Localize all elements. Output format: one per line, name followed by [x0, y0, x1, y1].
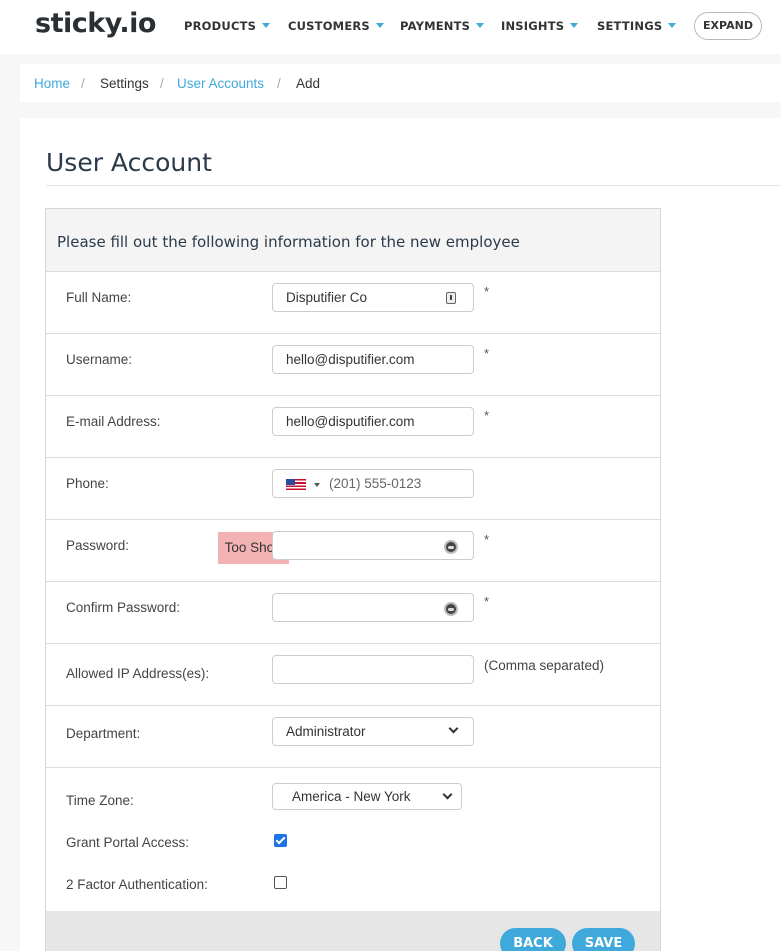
nav-customers-label: CUSTOMERS: [288, 19, 370, 33]
nav-settings[interactable]: SETTINGS: [597, 19, 677, 33]
breadcrumb-home[interactable]: Home: [34, 76, 70, 91]
email-value: hello@disputifier.com: [286, 414, 415, 429]
page-title: User Account: [46, 148, 212, 177]
time-zone-label: Time Zone:: [66, 793, 134, 808]
confirm-password-label: Confirm Password:: [66, 600, 181, 615]
expand-button[interactable]: EXPAND: [694, 12, 762, 40]
row-time-zone: Time Zone: America - New York Grant Port…: [46, 767, 660, 911]
caret-down-icon: [668, 23, 677, 28]
allowed-ips-hint: (Comma separated): [484, 658, 605, 673]
department-value: Administrator: [286, 724, 366, 739]
nav-insights-label: INSIGHTS: [501, 19, 565, 33]
required-mark: *: [484, 594, 490, 609]
breadcrumb-separator: /: [81, 76, 85, 91]
username-input[interactable]: hello@disputifier.com: [272, 345, 474, 374]
caret-down-icon: [570, 23, 579, 28]
time-zone-value: America - New York: [292, 789, 411, 804]
save-button[interactable]: SAVE: [572, 928, 635, 951]
logo[interactable]: sticky.io: [35, 8, 156, 39]
portal-access-checkbox[interactable]: [274, 834, 287, 847]
show-password-icon[interactable]: [444, 602, 458, 616]
nav-settings-label: SETTINGS: [597, 19, 663, 33]
allowed-ips-input[interactable]: [272, 655, 474, 684]
nav-products-label: PRODUCTS: [184, 19, 257, 33]
email-label: E-mail Address:: [66, 414, 161, 429]
full-name-input[interactable]: Disputifier Co: [272, 283, 474, 312]
caret-down-icon: [476, 23, 485, 28]
confirm-password-input[interactable]: [272, 593, 474, 622]
us-flag-icon[interactable]: [286, 479, 306, 490]
phone-value: (201) 555-0123: [329, 476, 422, 491]
portal-access-label: Grant Portal Access:: [66, 835, 190, 850]
main-panel: User Account Please fill out the followi…: [20, 118, 781, 951]
allowed-ips-label: Allowed IP Address(es):: [66, 666, 210, 681]
nav-payments[interactable]: PAYMENTS: [400, 19, 485, 33]
breadcrumb: Home / Settings / User Accounts / Add: [20, 64, 781, 102]
caret-down-icon: [375, 23, 384, 28]
breadcrumb-current: Add: [296, 76, 321, 91]
department-select[interactable]: Administrator: [272, 717, 474, 746]
time-zone-select[interactable]: America - New York: [272, 783, 462, 810]
nav-products[interactable]: PRODUCTS: [184, 19, 271, 33]
chevron-down-icon: [448, 723, 459, 734]
phone-label: Phone:: [66, 476, 109, 491]
email-input[interactable]: hello@disputifier.com: [272, 407, 474, 436]
title-divider: [46, 185, 781, 186]
nav-customers[interactable]: CUSTOMERS: [288, 19, 384, 33]
department-label: Department:: [66, 726, 141, 741]
password-input[interactable]: [272, 531, 474, 560]
phone-input[interactable]: (201) 555-0123: [272, 469, 474, 498]
nav-payments-label: PAYMENTS: [400, 19, 471, 33]
required-mark: *: [484, 284, 490, 299]
row-allowed-ips: Allowed IP Address(es): (Comma separated…: [46, 643, 660, 705]
form-heading: Please fill out the following informatio…: [57, 233, 520, 251]
row-password: Password: Too Short *: [46, 519, 660, 581]
password-label: Password:: [66, 538, 130, 553]
form-header: Please fill out the following informatio…: [46, 209, 660, 271]
breadcrumb-user-accounts[interactable]: User Accounts: [177, 76, 264, 91]
top-nav: sticky.io PRODUCTS CUSTOMERS PAYMENTS IN…: [0, 0, 781, 54]
full-name-value: Disputifier Co: [286, 290, 368, 305]
form-footer: BACK SAVE: [46, 911, 660, 951]
required-mark: *: [484, 408, 490, 423]
chevron-down-icon: [442, 789, 453, 800]
breadcrumb-separator: /: [160, 76, 164, 91]
caret-down-icon: [262, 23, 271, 28]
user-account-form: Please fill out the following informatio…: [45, 208, 661, 951]
username-label: Username:: [66, 352, 133, 367]
breadcrumb-separator: /: [277, 76, 281, 91]
show-password-icon[interactable]: [444, 540, 458, 554]
two-factor-checkbox[interactable]: [274, 876, 287, 889]
nav-insights[interactable]: INSIGHTS: [501, 19, 579, 33]
required-mark: *: [484, 532, 490, 547]
full-name-label: Full Name:: [66, 290, 132, 305]
contact-card-icon[interactable]: [446, 292, 456, 304]
required-mark: *: [484, 346, 490, 361]
row-full-name: Full Name: Disputifier Co *: [46, 271, 660, 333]
row-email: E-mail Address: hello@disputifier.com *: [46, 395, 660, 457]
back-button[interactable]: BACK: [500, 928, 566, 951]
caret-down-icon[interactable]: [314, 483, 320, 487]
row-username: Username: hello@disputifier.com *: [46, 333, 660, 395]
row-phone: Phone: (201) 555-0123: [46, 457, 660, 519]
row-confirm-password: Confirm Password: *: [46, 581, 660, 643]
username-value: hello@disputifier.com: [286, 352, 415, 367]
row-department: Department: Administrator: [46, 705, 660, 767]
two-factor-label: 2 Factor Authentication:: [66, 877, 208, 892]
breadcrumb-settings: Settings: [100, 76, 149, 91]
